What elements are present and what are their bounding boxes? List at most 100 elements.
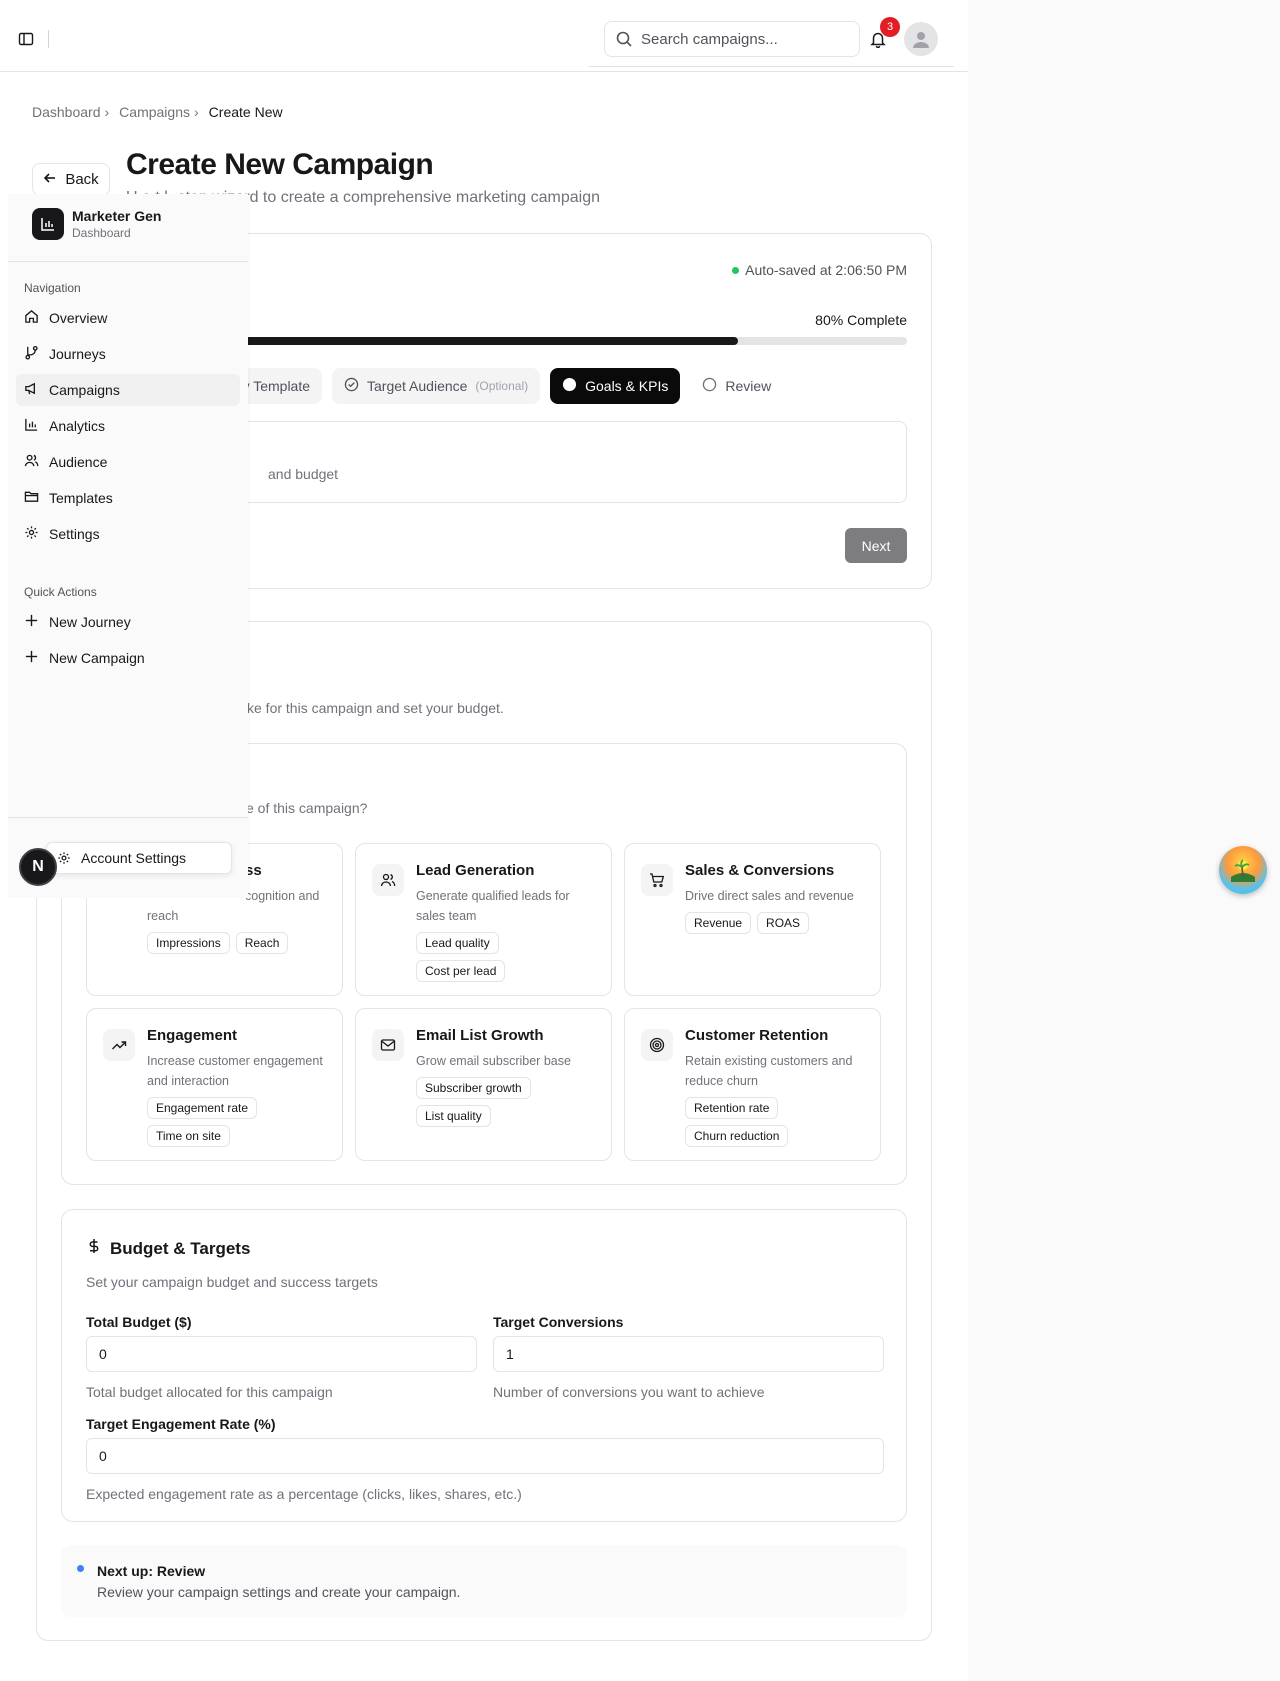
objective-desc: Generate qualified leads for sales team: [416, 889, 570, 923]
megaphone-icon: [24, 381, 39, 399]
sidebar-item-label: Templates: [49, 490, 113, 506]
sidebar-item-label: Campaigns: [49, 382, 120, 398]
objective-card-sales-conversions[interactable]: Sales & Conversions Drive direct sales a…: [624, 843, 881, 996]
objective-title: Email List Growth: [416, 1027, 544, 1044]
sidebar-item-label: Overview: [49, 310, 108, 326]
total-budget-help: Total budget allocated for this campaign: [86, 1384, 333, 1400]
sidebar-divider: [8, 261, 248, 262]
objective-card-engagement[interactable]: Engagement Increase customer engagement …: [86, 1008, 343, 1161]
target-icon: [641, 1029, 673, 1061]
sidebar-item-new-campaign[interactable]: New Campaign: [16, 642, 240, 674]
sidebar-item-label: Analytics: [49, 418, 106, 434]
tag: Retention rate: [685, 1097, 779, 1119]
sidebar-toggle-icon[interactable]: [14, 27, 38, 51]
budget-title: Budget & Targets: [110, 1238, 251, 1258]
tag: Engagement rate: [147, 1097, 258, 1119]
circle-icon: [702, 377, 717, 395]
users-icon: [372, 864, 404, 896]
top-header: Search campaigns... 3: [0, 0, 968, 72]
gear-icon: [24, 525, 39, 543]
brand[interactable]: Marketer Gen Dashboard: [32, 208, 161, 240]
next-button[interactable]: Next: [845, 528, 907, 563]
sidebar-item-new-journey[interactable]: New Journey: [16, 606, 240, 638]
sidebar-item-analytics[interactable]: Analytics: [16, 410, 240, 442]
floating-assistant-icon[interactable]: [1219, 846, 1267, 894]
objective-desc: Grow email subscriber base: [416, 1054, 571, 1068]
target-conversions-label: Target Conversions: [493, 1314, 624, 1330]
target-conversions-input[interactable]: 1: [493, 1336, 884, 1372]
sidebar-item-templates[interactable]: Templates: [16, 482, 240, 514]
autosave-status: Auto-saved at 2:06:50 PM: [732, 262, 907, 278]
autosave-text: Auto-saved at 2:06:50 PM: [745, 262, 907, 278]
progress-label: 80% Complete: [815, 312, 907, 328]
next-up-notice: Next up: Review Review your campaign set…: [61, 1545, 907, 1617]
budget-heading: Budget & Targets: [86, 1238, 250, 1259]
trending-up-icon: [103, 1029, 135, 1061]
step-label: Target Audience: [367, 378, 468, 394]
plus-icon: [24, 649, 39, 667]
sidebar-item-label: Journeys: [49, 346, 106, 362]
bar-chart-icon: [24, 417, 39, 435]
search-icon: [615, 30, 633, 52]
objective-title: Sales & Conversions: [685, 862, 835, 879]
back-button[interactable]: Back: [32, 163, 110, 196]
sidebar-item-audience[interactable]: Audience: [16, 446, 240, 478]
brand-name: Marketer Gen: [72, 208, 162, 224]
user-avatar[interactable]: [904, 22, 938, 56]
step-optional: (Optional): [475, 379, 529, 393]
autosave-dot: [732, 266, 740, 274]
sidebar-item-label: Audience: [49, 454, 108, 470]
account-avatar[interactable]: N: [19, 848, 57, 886]
arrow-left-icon: [43, 171, 57, 189]
step-label: Goals & KPIs: [585, 378, 669, 394]
account-settings-menu-item[interactable]: Account Settings: [46, 842, 232, 874]
target-conversions-help: Number of conversions you want to achiev…: [493, 1384, 765, 1400]
engagement-rate-help: Expected engagement rate as a percentage…: [86, 1486, 522, 1502]
sidebar-item-journeys[interactable]: Journeys: [16, 338, 240, 370]
budget-section: Budget & Targets Set your campaign budge…: [61, 1209, 907, 1522]
engagement-rate-input[interactable]: 0: [86, 1438, 884, 1474]
breadcrumb-campaigns[interactable]: Campaigns: [119, 104, 190, 120]
sidebar-bottom-divider: [8, 817, 248, 818]
step-goals-kpis[interactable]: Goals & KPIs: [550, 368, 681, 404]
breadcrumb-current: Create New: [208, 104, 283, 120]
objective-question: e of this campaign?: [246, 800, 368, 816]
step-review[interactable]: Review: [690, 368, 783, 404]
breadcrumb-dashboard[interactable]: Dashboard: [32, 104, 101, 120]
search-placeholder: Search campaigns...: [641, 30, 778, 48]
objective-card-customer-retention[interactable]: Customer Retention Retain existing custo…: [624, 1008, 881, 1161]
objective-card-lead-generation[interactable]: Lead Generation Generate qualified leads…: [355, 843, 612, 996]
objective-tags: Lead quality Cost per lead: [416, 932, 526, 982]
sidebar-item-label: Settings: [49, 526, 100, 542]
objective-tags: Revenue ROAS: [685, 912, 875, 934]
brand-subtitle: Dashboard: [72, 226, 131, 240]
objective-card-email-list-growth[interactable]: Email List Growth Grow email subscriber …: [355, 1008, 612, 1161]
goals-subtitle: ke for this campaign and set your budget…: [247, 700, 504, 716]
breadcrumb: Dashboard › Campaigns › Create New: [32, 104, 283, 120]
back-label: Back: [65, 171, 99, 188]
cart-icon: [641, 864, 673, 896]
header-underline: [588, 66, 954, 67]
account-settings-label: Account Settings: [81, 850, 187, 866]
sidebar-item-campaigns[interactable]: Campaigns: [16, 374, 240, 406]
app-main: Search campaigns... 3 Dashboard › Campai…: [0, 0, 968, 1681]
gear-icon: [57, 851, 71, 868]
notification-badge: 3: [880, 17, 900, 37]
next-up-desc: Review your campaign settings and create…: [97, 1584, 461, 1600]
step-target-audience[interactable]: Target Audience (Optional): [332, 368, 541, 404]
objective-title: Engagement: [147, 1027, 238, 1044]
folder-icon: [24, 489, 39, 507]
sidebar-item-label: New Journey: [49, 614, 131, 630]
budget-subtitle: Set your campaign budget and success tar…: [86, 1274, 378, 1290]
header-divider: [48, 30, 49, 48]
tag: List quality: [416, 1105, 491, 1127]
sidebar-item-overview[interactable]: Overview: [16, 302, 240, 334]
tag: Lead quality: [416, 932, 499, 954]
search-input[interactable]: Search campaigns...: [604, 21, 860, 57]
filled-circle-icon: [562, 377, 577, 395]
mail-icon: [372, 1029, 404, 1061]
sidebar-item-settings[interactable]: Settings: [16, 518, 240, 550]
tag: Churn reduction: [685, 1125, 789, 1147]
tag: Subscriber growth: [416, 1077, 531, 1099]
total-budget-input[interactable]: 0: [86, 1336, 477, 1372]
